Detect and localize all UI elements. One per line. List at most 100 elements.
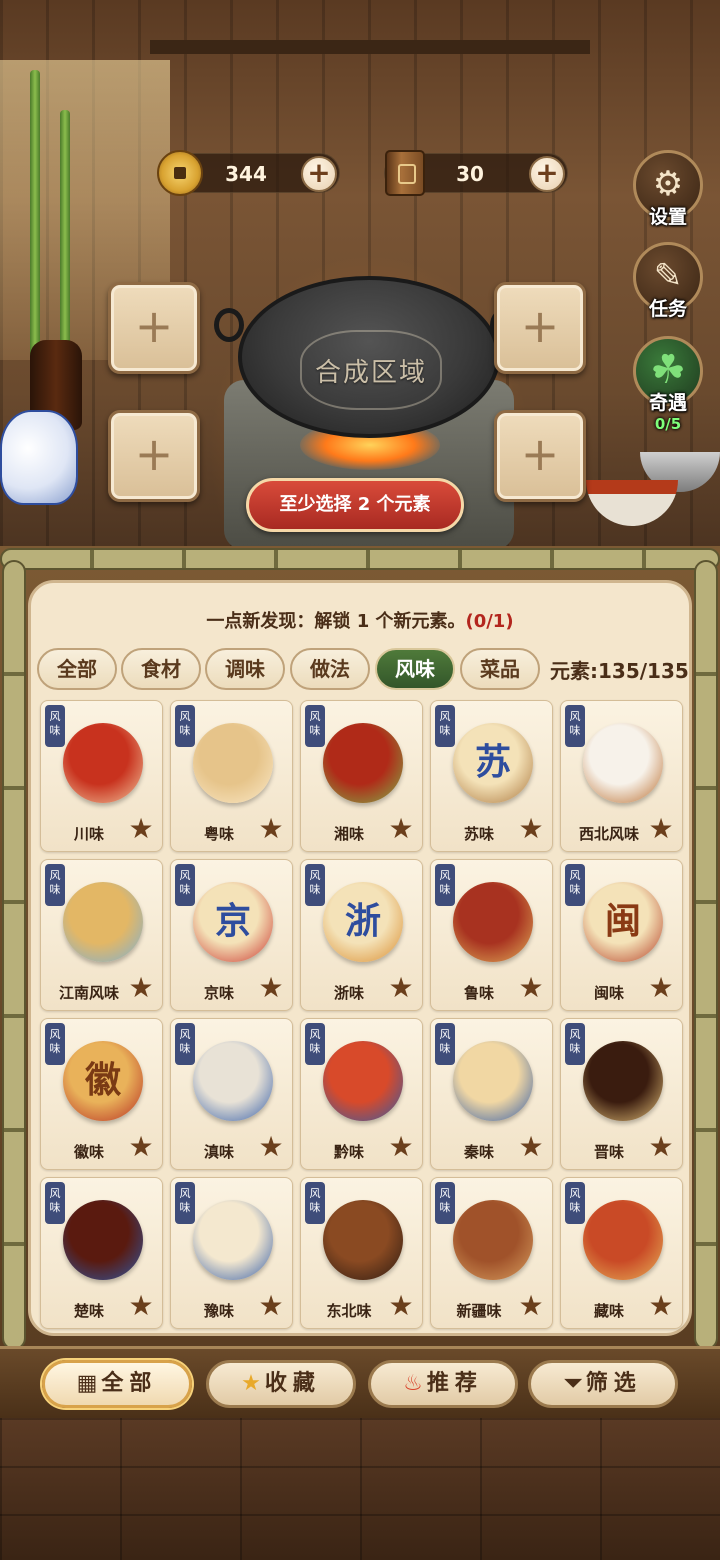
flavor-card[interactable]: 风味浙浙味 ★ <box>300 859 423 1011</box>
flaming-chili-icon <box>323 723 403 803</box>
settings-button[interactable]: ⚙ 设置 <box>632 150 704 229</box>
flavor-card[interactable]: 风味 晋味 ★ <box>560 1018 683 1170</box>
favorite-star-icon[interactable]: ★ <box>126 1291 156 1321</box>
book-counter: 30 + <box>384 150 568 196</box>
select-hint-banner: 至少选择 2 个元素 <box>246 478 464 532</box>
sauce-bowl-icon <box>63 1200 143 1280</box>
favorite-star-icon[interactable]: ★ <box>126 973 156 1003</box>
ingredient-slot-1[interactable]: + <box>108 282 200 374</box>
nav-favorites-label: 收藏 <box>264 1371 321 1396</box>
flavor-name: 江南风味 <box>58 984 119 1002</box>
flavor-card[interactable]: 风味豫味 ★ <box>170 1177 293 1329</box>
favorite-star-icon[interactable]: ★ <box>516 1291 546 1321</box>
biangbiang-noodle-bowl-icon <box>453 1041 533 1121</box>
favorite-star-icon[interactable]: ★ <box>646 814 676 844</box>
tab-dishes[interactable]: 菜品 <box>460 648 540 690</box>
chili-bowl-icon <box>586 480 678 526</box>
flavor-tag: 风味 <box>435 864 455 906</box>
favorite-star-icon[interactable]: ★ <box>386 973 416 1003</box>
flavor-card[interactable]: 风味 楚味 ★ <box>40 1177 163 1329</box>
lamb-skewer-icon <box>453 1200 533 1280</box>
flavor-name: 闽味 <box>593 984 624 1002</box>
favorite-star-icon[interactable]: ★ <box>646 1132 676 1162</box>
flavor-tag: 风味 <box>175 1182 195 1224</box>
favorite-star-icon[interactable]: ★ <box>256 1291 286 1321</box>
favorite-star-icon[interactable]: ★ <box>256 814 286 844</box>
noodle-soup-bowl-icon <box>193 1200 273 1280</box>
favorite-star-icon[interactable]: ★ <box>516 1132 546 1162</box>
flavor-name: 浙味 <box>333 984 364 1002</box>
encounter-button[interactable]: ☘ 奇遇 0/5 <box>632 336 704 433</box>
flavor-card[interactable]: 风味 藏味 ★ <box>560 1177 683 1329</box>
flavor-card[interactable]: 风味 秦味 ★ <box>430 1018 553 1170</box>
flavor-name: 京味 <box>203 984 234 1002</box>
favorite-star-icon[interactable]: ★ <box>386 1132 416 1162</box>
wok-handle-left <box>214 308 244 342</box>
flavor-card[interactable]: 风味闽闽味 ★ <box>560 859 683 1011</box>
flavor-card[interactable]: 风味 湘味 ★ <box>300 700 423 852</box>
flavor-card[interactable]: 风味江南风味 ★ <box>40 859 163 1011</box>
flavor-card[interactable]: 风味 粤味 ★ <box>170 700 293 852</box>
tab-all[interactable]: 全部 <box>37 648 117 690</box>
flavor-tag: 风味 <box>565 1182 585 1224</box>
tab-ingredients[interactable]: 食材 <box>121 648 201 690</box>
flavor-name: 鲁味 <box>463 984 494 1002</box>
discovery-banner: 一点新发现：解锁 1 个新元素。(0/1) <box>28 607 692 633</box>
add-books-button[interactable]: + <box>529 156 565 192</box>
favorite-star-icon[interactable]: ★ <box>646 973 676 1003</box>
flavor-card[interactable]: 风味徽徽味 ★ <box>40 1018 163 1170</box>
ingredient-slot-2[interactable]: + <box>494 282 586 374</box>
jing-character-scroll-icon: 京 <box>193 882 273 962</box>
flavor-card[interactable]: 风味 黔味 ★ <box>300 1018 423 1170</box>
favorite-star-icon[interactable]: ★ <box>646 1291 676 1321</box>
nav-filter-button[interactable]: ⏷ 筛选 <box>528 1360 678 1408</box>
favorite-star-icon[interactable]: ★ <box>386 1291 416 1321</box>
favorite-star-icon[interactable]: ★ <box>516 973 546 1003</box>
nav-favorites-button[interactable]: ★ 收藏 <box>206 1360 356 1408</box>
nav-recommend-button[interactable]: ♨ 推荐 <box>368 1360 518 1408</box>
ingredient-slot-4[interactable]: + <box>494 410 586 502</box>
tasks-label: 任务 <box>648 298 687 320</box>
tab-flavor[interactable]: 风味 <box>375 648 455 690</box>
flavor-card[interactable]: 风味 川味 ★ <box>40 700 163 852</box>
favorite-star-icon[interactable]: ★ <box>516 814 546 844</box>
flavor-tag: 风味 <box>435 1182 455 1224</box>
favorite-star-icon[interactable]: ★ <box>256 973 286 1003</box>
flavor-tag: 风味 <box>305 864 325 906</box>
nav-all-button[interactable]: ▦ 全部 <box>42 1360 192 1408</box>
favorite-star-icon[interactable]: ★ <box>256 1132 286 1162</box>
flavor-card[interactable]: 风味新疆味 ★ <box>430 1177 553 1329</box>
flavor-name: 楚味 <box>73 1302 104 1320</box>
tasks-button[interactable]: ✎ 任务 <box>632 242 704 321</box>
recipe-book-icon <box>385 150 425 196</box>
favorite-star-icon[interactable]: ★ <box>126 1132 156 1162</box>
wooden-floor <box>0 1418 720 1560</box>
coin-value: 344 <box>225 162 267 186</box>
favorite-star-icon[interactable]: ★ <box>386 814 416 844</box>
flavor-name: 川味 <box>73 825 104 843</box>
add-coins-button[interactable]: + <box>301 156 337 192</box>
flavor-name: 湘味 <box>333 825 364 843</box>
flavor-name: 苏味 <box>463 825 494 843</box>
su-character-plaque-icon: 苏 <box>453 723 533 803</box>
plaque-character: 闽 <box>604 901 641 942</box>
bun-and-skewer-icon <box>583 723 663 803</box>
porcelain-jar-icon <box>0 410 78 505</box>
filter-icon: ⏷ <box>564 1371 582 1396</box>
stew-pot-icon <box>323 1200 403 1280</box>
flavor-card[interactable]: 风味苏苏味 ★ <box>430 700 553 852</box>
flavor-tag: 风味 <box>45 864 65 906</box>
flavor-name: 豫味 <box>203 1302 234 1320</box>
flavor-name: 新疆味 <box>456 1302 502 1320</box>
ingredient-slot-3[interactable]: + <box>108 410 200 502</box>
flavor-card[interactable]: 风味 东北味 ★ <box>300 1177 423 1329</box>
flavor-card[interactable]: 风味京京味 ★ <box>170 859 293 1011</box>
tab-seasoning[interactable]: 调味 <box>205 648 285 690</box>
flavor-card[interactable]: 风味 滇味 ★ <box>170 1018 293 1170</box>
favorite-star-icon[interactable]: ★ <box>126 814 156 844</box>
flavor-card[interactable]: 风味 西北风味 ★ <box>560 700 683 852</box>
tab-method[interactable]: 做法 <box>290 648 370 690</box>
flavor-name: 黔味 <box>333 1143 364 1161</box>
discovery-progress: (0/1) <box>465 611 514 632</box>
flavor-card[interactable]: 风味鲁味 ★ <box>430 859 553 1011</box>
